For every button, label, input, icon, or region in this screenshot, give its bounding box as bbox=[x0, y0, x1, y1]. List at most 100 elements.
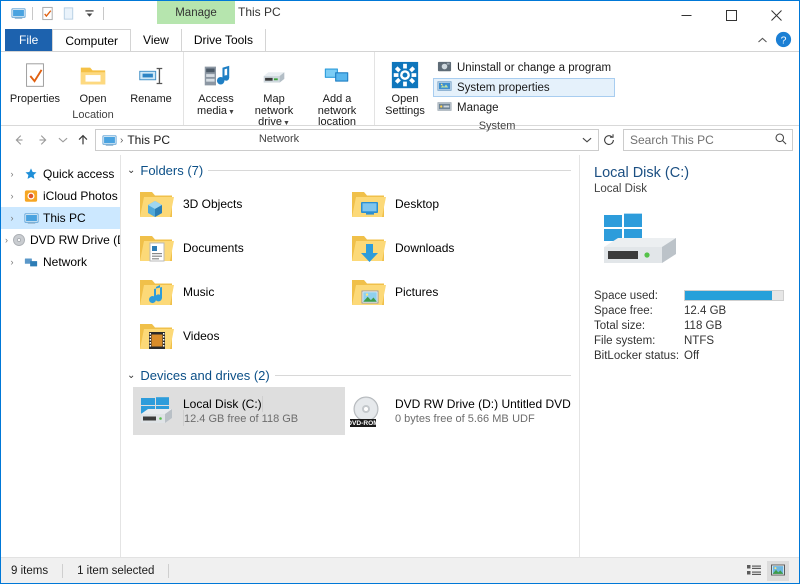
list-item-info: Music bbox=[183, 285, 341, 299]
large-icons-view-button[interactable] bbox=[767, 561, 789, 581]
details-view-button[interactable] bbox=[743, 561, 765, 581]
back-button[interactable] bbox=[7, 129, 31, 151]
tab-view[interactable]: View bbox=[131, 29, 181, 51]
details-pane: Local Disk (C:) Local Disk Space used: bbox=[579, 155, 799, 557]
chevron-right-icon[interactable]: › bbox=[5, 169, 19, 179]
list-item[interactable]: Videos bbox=[133, 314, 345, 358]
tab-file[interactable]: File bbox=[5, 29, 52, 51]
rename-button[interactable]: Rename bbox=[123, 56, 179, 109]
sidebar-label: This PC bbox=[43, 211, 86, 225]
status-separator bbox=[62, 564, 63, 578]
this-pc-icon bbox=[23, 210, 39, 226]
search-icon[interactable] bbox=[774, 132, 788, 149]
list-item[interactable]: Downloads bbox=[345, 226, 557, 270]
details-key: File system: bbox=[594, 335, 684, 347]
list-item-label: 3D Objects bbox=[183, 197, 242, 211]
list-item[interactable]: Pictures bbox=[345, 270, 557, 314]
this-pc-icon[interactable] bbox=[100, 133, 119, 148]
map-network-drive-button[interactable]: Map network drive▼ bbox=[246, 56, 302, 133]
list-item-label: Downloads bbox=[395, 241, 454, 255]
details-key: BitLocker status: bbox=[594, 350, 684, 362]
details-row-total-size: Total size: 118 GB bbox=[594, 318, 787, 333]
sidebar-item-icloud-photos[interactable]: › iCloud Photos bbox=[1, 185, 120, 207]
folder-pictures-icon bbox=[349, 273, 387, 311]
list-item[interactable]: Desktop bbox=[345, 182, 557, 226]
sidebar-item-network[interactable]: › Network bbox=[1, 251, 120, 273]
folder-downloads-icon bbox=[349, 229, 387, 267]
view-buttons bbox=[743, 561, 795, 581]
breadcrumb-this-pc[interactable]: This PC bbox=[124, 133, 173, 147]
add-network-location-label: Add a network location bbox=[305, 94, 369, 129]
list-item[interactable]: Music bbox=[133, 270, 345, 314]
uninstall-or-change-a-program-button[interactable]: Uninstall or change a program bbox=[433, 58, 615, 77]
drive-filesystem-text: UDF bbox=[512, 413, 535, 425]
chevron-down-icon[interactable] bbox=[578, 130, 596, 150]
status-separator-2 bbox=[168, 564, 169, 578]
recent-locations-button[interactable] bbox=[55, 129, 71, 151]
chevron-right-icon[interactable]: › bbox=[5, 191, 19, 201]
open-label: Open bbox=[80, 94, 107, 106]
navigation-pane: › Quick access › iCloud Photos › This PC bbox=[1, 155, 121, 557]
tab-drive-tools[interactable]: Drive Tools bbox=[181, 29, 266, 51]
list-item-info: Pictures bbox=[395, 285, 553, 299]
search-input[interactable]: Search This PC bbox=[623, 129, 793, 151]
rename-icon bbox=[136, 59, 166, 91]
folder-3d-objects-icon bbox=[137, 185, 175, 223]
sidebar-item-this-pc[interactable]: › This PC bbox=[1, 207, 120, 229]
list-item-label: Pictures bbox=[395, 285, 438, 299]
list-item-info: Documents bbox=[183, 241, 341, 255]
chevron-up-icon[interactable] bbox=[753, 31, 771, 49]
open-settings-button[interactable]: Open Settings bbox=[379, 56, 431, 120]
drive-item-local-disk-c[interactable]: Local Disk (C:) 12.4 GB free of 118 GB bbox=[133, 387, 345, 435]
system-properties-button[interactable]: System properties bbox=[433, 78, 615, 97]
group-header-devices-and-drives[interactable]: ⌄ Devices and drives (2) bbox=[121, 366, 579, 385]
manage-computer-icon bbox=[437, 99, 452, 117]
add-network-location-button[interactable]: Add a network location bbox=[304, 56, 370, 132]
ribbon-group-label-network: Network bbox=[188, 133, 370, 145]
list-item-info: Desktop bbox=[395, 197, 553, 211]
forward-button[interactable] bbox=[31, 129, 55, 151]
chevron-right-icon[interactable]: › bbox=[5, 213, 19, 223]
list-item[interactable]: 3D Objects bbox=[133, 182, 345, 226]
folders-tiles: 3D Objects Desktop Documen bbox=[121, 182, 579, 358]
chevron-right-icon[interactable]: › bbox=[5, 257, 19, 267]
drive-item-dvd-rw-drive-d[interactable]: DVD-ROM DVD RW Drive (D:) Untitled DVD 0… bbox=[345, 387, 565, 435]
customize-dropdown-icon[interactable] bbox=[80, 5, 98, 23]
sidebar-item-dvd-rw-drive[interactable]: › DVD RW Drive (D:) bbox=[1, 229, 120, 251]
help-icon[interactable]: ? bbox=[775, 31, 793, 49]
maximize-button[interactable] bbox=[709, 1, 754, 29]
chevron-down-icon[interactable]: ⌄ bbox=[127, 370, 135, 381]
tab-computer[interactable]: Computer bbox=[52, 29, 131, 51]
access-media-button[interactable]: Access media▼ bbox=[188, 56, 244, 121]
sidebar-label: DVD RW Drive (D:) bbox=[30, 233, 121, 247]
chevron-down-icon[interactable]: ⌄ bbox=[127, 165, 135, 176]
ribbon-group-system: Open Settings Uninstall or change a prog… bbox=[374, 52, 627, 125]
group-title: Folders (7) bbox=[140, 163, 203, 178]
new-folder-icon[interactable] bbox=[59, 5, 77, 23]
group-divider bbox=[208, 170, 571, 171]
properties-icon[interactable] bbox=[38, 5, 56, 23]
qat-separator bbox=[32, 7, 33, 20]
map-network-drive-label: Map network drive▼ bbox=[247, 94, 301, 130]
group-header-folders[interactable]: ⌄ Folders (7) bbox=[121, 161, 579, 180]
sidebar-item-quick-access[interactable]: › Quick access bbox=[1, 163, 120, 185]
up-button[interactable] bbox=[71, 129, 95, 151]
minimize-button[interactable] bbox=[664, 1, 709, 29]
list-item[interactable]: Documents bbox=[133, 226, 345, 270]
manage-button[interactable]: Manage bbox=[433, 98, 615, 117]
file-list-view[interactable]: ⌄ Folders (7) 3D Objects bbox=[121, 155, 579, 557]
svg-text:?: ? bbox=[781, 34, 787, 46]
properties-button[interactable]: Properties bbox=[7, 56, 63, 109]
this-pc-icon[interactable] bbox=[9, 5, 27, 23]
drive-item-info: DVD RW Drive (D:) Untitled DVD 0 bytes f… bbox=[395, 397, 561, 425]
status-item-count: 9 items bbox=[11, 565, 62, 577]
details-row-file-system: File system: NTFS bbox=[594, 333, 787, 348]
refresh-button[interactable] bbox=[599, 129, 619, 151]
open-button[interactable]: Open bbox=[65, 56, 121, 109]
close-button[interactable] bbox=[754, 1, 799, 29]
ribbon-group-label-location: Location bbox=[7, 109, 179, 125]
list-item-info: 3D Objects bbox=[183, 197, 341, 211]
ribbon-group-network: Access media▼ Map network drive▼ Add a bbox=[183, 52, 374, 125]
chevron-right-icon[interactable]: › bbox=[5, 235, 8, 245]
folder-documents-icon bbox=[137, 229, 175, 267]
